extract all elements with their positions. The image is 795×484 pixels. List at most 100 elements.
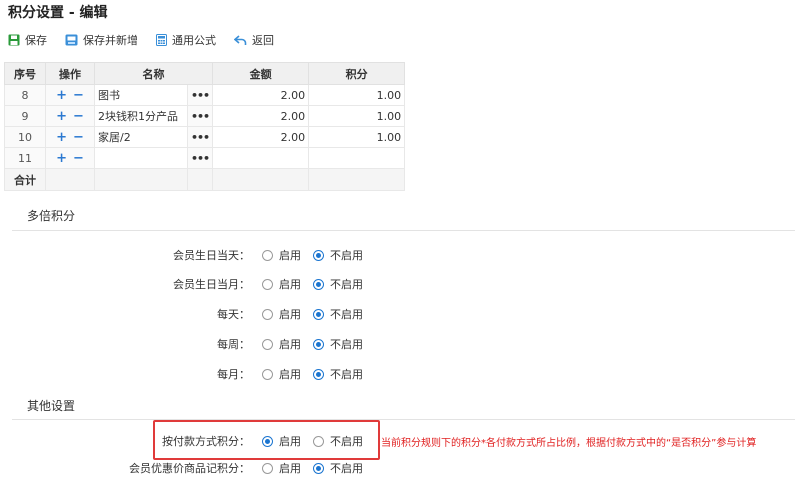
radio-disable[interactable]: 不启用 (313, 336, 363, 352)
back-button[interactable]: 返回 (234, 32, 274, 48)
radio-enable[interactable]: 启用 (262, 276, 301, 292)
table-row: 11 + − ••• (4, 147, 406, 169)
highlight-box (153, 420, 380, 460)
remove-row-icon[interactable]: − (73, 88, 84, 103)
save-new-button[interactable]: 保存并新增 (65, 32, 138, 48)
row-ops: + − (45, 105, 95, 127)
row-name[interactable]: 2块钱积1分产品 (94, 105, 188, 127)
radio-enable[interactable]: 启用 (262, 366, 301, 382)
add-row-icon[interactable]: + (56, 130, 67, 145)
radio-disable[interactable]: 不启用 (313, 306, 363, 322)
radio-disable[interactable]: 不启用 (313, 366, 363, 382)
remove-row-icon[interactable]: − (73, 109, 84, 124)
toolbar: 保存 保存并新增 通用公式 返回 (8, 32, 292, 48)
save-label: 保存 (25, 34, 47, 47)
row-amount[interactable]: 2.00 (212, 84, 310, 106)
setting-label: 会员优惠价商品记积分： (129, 462, 250, 475)
radio-circle-icon[interactable] (313, 368, 324, 380)
add-row-icon[interactable]: + (56, 109, 67, 124)
row-seq: 9 (4, 105, 46, 127)
row-points[interactable]: 1.00 (308, 105, 406, 127)
section-divider (12, 419, 795, 420)
row-name[interactable]: 家居/2 (94, 126, 188, 148)
setting-row: 会员生日当天： 启用 不启用 (12, 247, 375, 263)
row-amount[interactable]: 2.00 (212, 126, 310, 148)
radio-label: 不启用 (330, 308, 363, 321)
points-table: 序号 操作 名称 金额 积分 8 + − 图书 ••• 2.00 1.00 9 +… (4, 62, 406, 191)
row-amount[interactable] (212, 147, 310, 169)
row-name[interactable]: 图书 (94, 84, 188, 106)
radio-label: 不启用 (330, 368, 363, 381)
setting-row: 每天： 启用 不启用 (12, 306, 375, 322)
radio-circle-icon[interactable] (262, 338, 273, 350)
table-row: 9 + − 2块钱积1分产品 ••• 2.00 1.00 (4, 105, 406, 127)
row-seq: 10 (4, 126, 46, 148)
total-label: 合计 (4, 168, 46, 191)
row-points[interactable]: 1.00 (308, 126, 406, 148)
header-ops: 操作 (45, 62, 95, 85)
radio-disable[interactable]: 不启用 (313, 276, 363, 292)
formula-label: 通用公式 (172, 34, 216, 47)
radio-label: 启用 (279, 462, 301, 475)
setting-row: 每月： 启用 不启用 (12, 366, 375, 382)
radio-label: 启用 (279, 308, 301, 321)
save-button[interactable]: 保存 (8, 32, 47, 48)
radio-enable[interactable]: 启用 (262, 306, 301, 322)
save-icon (8, 34, 20, 46)
calculator-icon (156, 34, 167, 46)
setting-label: 会员生日当月： (173, 278, 250, 291)
radio-circle-icon[interactable] (262, 249, 273, 261)
payment-points-note: 当前积分规则下的积分*各付款方式所占比例，根据付款方式中的“是否积分”参与计算 (381, 438, 757, 449)
radio-label: 不启用 (330, 278, 363, 291)
back-arrow-icon (234, 34, 247, 45)
row-points[interactable]: 1.00 (308, 84, 406, 106)
row-picker-button[interactable]: ••• (186, 105, 214, 127)
radio-enable[interactable]: 启用 (262, 336, 301, 352)
radio-disable[interactable]: 不启用 (313, 460, 363, 476)
radio-label: 启用 (279, 278, 301, 291)
setting-label: 每周： (217, 338, 250, 351)
row-seq: 11 (4, 147, 46, 169)
row-picker-button[interactable]: ••• (186, 147, 214, 169)
setting-row: 会员优惠价商品记积分： 启用 不启用 (12, 460, 375, 476)
setting-label: 每天： (217, 308, 250, 321)
radio-circle-icon[interactable] (313, 278, 324, 290)
save-new-label: 保存并新增 (83, 34, 138, 47)
setting-label: 每月： (217, 368, 250, 381)
row-ops: + − (45, 147, 95, 169)
radio-circle-icon[interactable] (262, 308, 273, 320)
row-points[interactable] (308, 147, 406, 169)
radio-circle-icon[interactable] (313, 338, 324, 350)
row-name[interactable] (94, 147, 188, 169)
radio-circle-icon[interactable] (262, 462, 273, 474)
remove-row-icon[interactable]: − (73, 151, 84, 166)
table-header-row: 序号 操作 名称 金额 积分 (4, 62, 406, 85)
table-row: 8 + − 图书 ••• 2.00 1.00 (4, 84, 406, 106)
radio-enable[interactable]: 启用 (262, 247, 301, 263)
radio-circle-icon[interactable] (313, 308, 324, 320)
section-multi-points: 多倍积分 (27, 209, 76, 223)
radio-label: 启用 (279, 338, 301, 351)
table-row: 10 + − 家居/2 ••• 2.00 1.00 (4, 126, 406, 148)
radio-circle-icon[interactable] (313, 249, 324, 261)
table-total-row: 合计 (4, 168, 406, 191)
row-picker-button[interactable]: ••• (186, 84, 214, 106)
header-name: 名称 (93, 62, 214, 85)
radio-enable[interactable]: 启用 (262, 460, 301, 476)
radio-circle-icon[interactable] (262, 368, 273, 380)
section-other-settings: 其他设置 (27, 399, 76, 413)
setting-row: 每周： 启用 不启用 (12, 336, 375, 352)
formula-button[interactable]: 通用公式 (156, 32, 216, 48)
add-row-icon[interactable]: + (56, 151, 67, 166)
setting-row: 会员生日当月： 启用 不启用 (12, 276, 375, 292)
row-picker-button[interactable]: ••• (186, 126, 214, 148)
row-seq: 8 (4, 84, 46, 106)
header-points: 积分 (308, 62, 406, 85)
radio-circle-icon[interactable] (313, 462, 324, 474)
radio-label: 不启用 (330, 249, 363, 262)
remove-row-icon[interactable]: − (73, 130, 84, 145)
radio-disable[interactable]: 不启用 (313, 247, 363, 263)
add-row-icon[interactable]: + (56, 88, 67, 103)
radio-circle-icon[interactable] (262, 278, 273, 290)
row-amount[interactable]: 2.00 (212, 105, 310, 127)
